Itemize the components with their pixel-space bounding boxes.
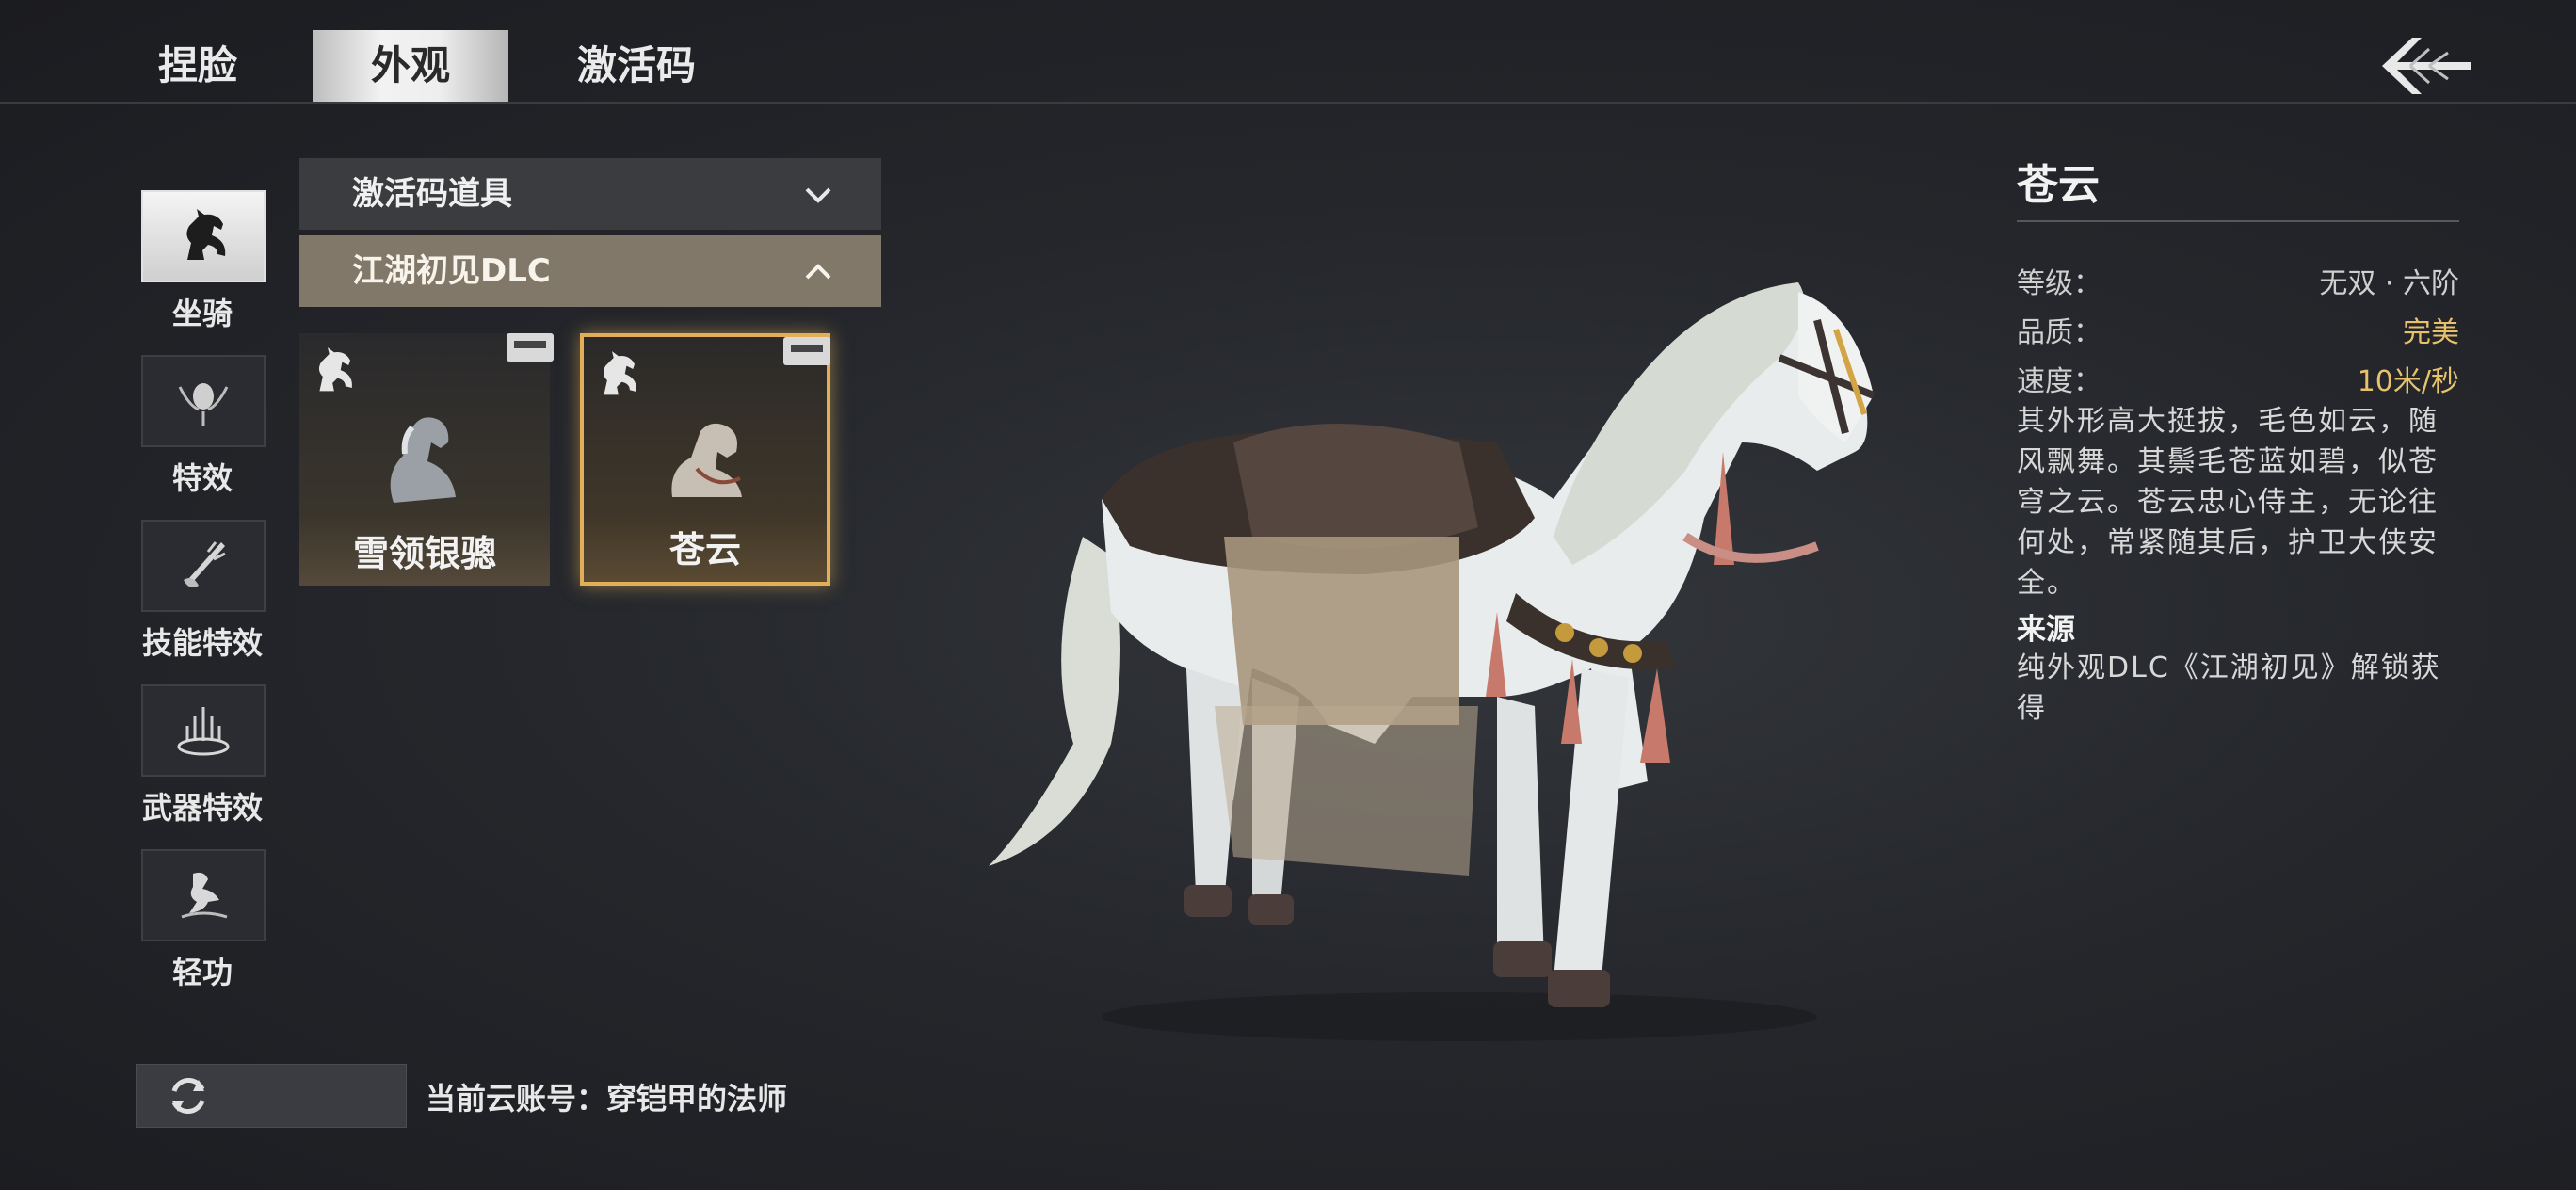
refresh-icon bbox=[171, 1078, 205, 1114]
category-mount[interactable]: 坐骑 bbox=[141, 190, 266, 333]
horse-thumbnail bbox=[671, 423, 742, 497]
category-label: 特效 bbox=[171, 460, 233, 496]
detail-row-quality: 品质： 完美 bbox=[2017, 309, 2459, 358]
dropdown-label: 江湖初见DLC bbox=[352, 252, 551, 290]
category-label: 轻功 bbox=[171, 955, 233, 990]
chevron-down-icon bbox=[805, 187, 831, 203]
item-card-cangyun[interactable]: 苍云 bbox=[580, 333, 830, 586]
category-qinggong[interactable]: 轻功 bbox=[141, 849, 266, 992]
detail-row-level: 等级： 无双 · 六阶 bbox=[2017, 260, 2459, 309]
category-weapon-effect[interactable]: 武器特效 bbox=[141, 684, 266, 828]
horse-icon bbox=[186, 209, 226, 260]
detail-key: 等级： bbox=[2017, 267, 2101, 300]
item-name: 雪领银骢 bbox=[352, 533, 496, 574]
mount-description: 其外形高大挺拔，毛色如云，随风飘舞。其鬃毛苍蓝如碧，似苍穹之云。苍云忠心侍主，无… bbox=[2017, 405, 2439, 600]
category-effect-box bbox=[141, 355, 266, 447]
dropdown-activation-items[interactable]: 激活码道具 bbox=[299, 158, 881, 230]
category-label: 技能特效 bbox=[141, 625, 263, 661]
category-qinggong-box bbox=[141, 849, 266, 941]
source-heading: 来源 bbox=[2017, 613, 2075, 647]
back-button[interactable] bbox=[2373, 28, 2476, 104]
category-skill-effect[interactable]: 技能特效 bbox=[141, 520, 266, 663]
category-weapon-effect-box bbox=[141, 684, 266, 777]
cloud-account-label: 当前云账号：穿铠甲的法师 bbox=[426, 1081, 788, 1117]
detail-value: 无双 · 六阶 bbox=[2319, 267, 2459, 300]
top-bar: 捏脸 外观 激活码 bbox=[0, 0, 2576, 104]
tab-appearance[interactable]: 外观 bbox=[313, 30, 508, 102]
detail-key: 速度： bbox=[2017, 365, 2101, 398]
source-text: 纯外观DLC《江湖初见》解锁获得 bbox=[2017, 651, 2441, 725]
chevron-up-icon bbox=[805, 264, 831, 280]
horse-thumbnail bbox=[390, 417, 456, 503]
category-label: 武器特效 bbox=[141, 790, 263, 826]
dropdown-jianghu-dlc[interactable]: 江湖初见DLC bbox=[299, 235, 881, 307]
dropdown-label: 激活码道具 bbox=[352, 175, 512, 213]
tab-face[interactable]: 捏脸 bbox=[141, 30, 254, 102]
effect-icon bbox=[178, 383, 229, 426]
item-name: 苍云 bbox=[668, 529, 741, 571]
category-effect[interactable]: 特效 bbox=[141, 355, 266, 498]
category-skill-effect-box bbox=[141, 520, 266, 612]
mount-badge-icon bbox=[318, 347, 352, 392]
detail-value: 完美 bbox=[2403, 316, 2459, 349]
mount-detail-panel: 苍云 等级： 无双 · 六阶 品质： 完美 速度： 10米/秒 其外形高大挺拔，… bbox=[2017, 151, 2459, 729]
refresh-account-button[interactable] bbox=[136, 1064, 407, 1128]
item-card-xueling-yincong[interactable]: 雪领银骢 bbox=[299, 333, 554, 586]
qinggong-icon bbox=[181, 872, 228, 919]
detail-row-speed: 速度： 10米/秒 bbox=[2017, 358, 2459, 407]
mount-badge-icon bbox=[603, 351, 636, 395]
category-label: 坐骑 bbox=[171, 296, 233, 331]
detail-key: 品质： bbox=[2017, 316, 2101, 349]
back-arrow-icon bbox=[2382, 38, 2471, 94]
dlc-badge-icon bbox=[783, 337, 830, 365]
mount-title: 苍云 bbox=[2017, 151, 2459, 222]
detail-value: 10米/秒 bbox=[2357, 365, 2459, 398]
dlc-badge-icon bbox=[507, 333, 554, 362]
category-mount-box bbox=[141, 190, 266, 282]
horse-model-preview[interactable] bbox=[970, 254, 1892, 1045]
tab-activation-code[interactable]: 激活码 bbox=[561, 30, 712, 102]
weapon-effect-icon bbox=[177, 707, 230, 756]
skill-effect-icon bbox=[184, 541, 226, 587]
